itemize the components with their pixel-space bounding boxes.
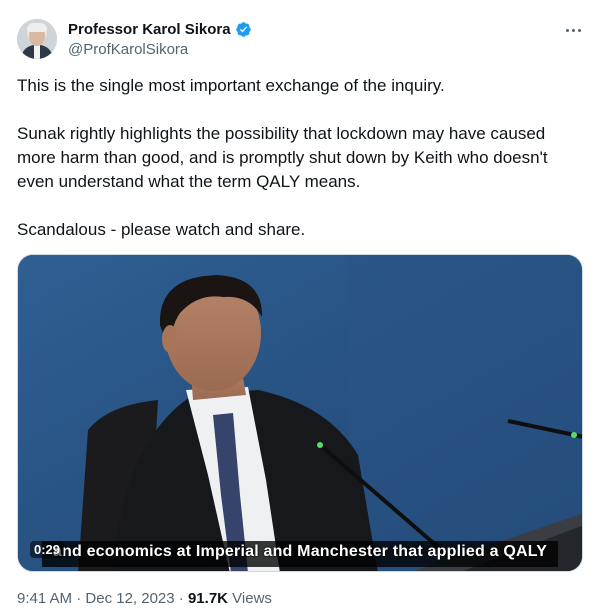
- tweet-time[interactable]: 9:41 AM: [17, 590, 72, 607]
- avatar[interactable]: [17, 19, 57, 59]
- video-elapsed-time: 0:29: [30, 541, 65, 558]
- tweet-text: This is the single most important exchan…: [17, 74, 585, 242]
- video-caption: and economics at Imperial and Manchester…: [52, 543, 548, 560]
- meta-separator: ·: [76, 590, 82, 607]
- author-name-row: Professor Karol Sikora: [68, 21, 252, 38]
- author-handle[interactable]: @ProfKarolSikora: [68, 41, 188, 58]
- more-options-icon[interactable]: [562, 20, 584, 40]
- author-display-name[interactable]: Professor Karol Sikora: [68, 21, 231, 38]
- tweet-paragraph: Sunak rightly highlights the possibility…: [17, 124, 548, 191]
- verified-badge-icon: [235, 21, 252, 38]
- video-player[interactable]: and economics at Imperial and Manchester…: [17, 254, 583, 572]
- views-label: Views: [232, 590, 272, 607]
- tweet-paragraph: This is the single most important exchan…: [17, 76, 445, 95]
- views-count: 91.7K: [187, 590, 228, 607]
- tweet-meta: 9:41 AM · Dec 12, 2023 · 91.7K Views: [17, 590, 272, 607]
- tweet-paragraph: Scandalous - please watch and share.: [17, 220, 306, 239]
- video-frame: [18, 255, 582, 571]
- tweet-date[interactable]: Dec 12, 2023: [85, 590, 174, 607]
- tweet-card: Professor Karol Sikora @ProfKarolSikora …: [0, 0, 602, 610]
- meta-separator: ·: [178, 590, 184, 607]
